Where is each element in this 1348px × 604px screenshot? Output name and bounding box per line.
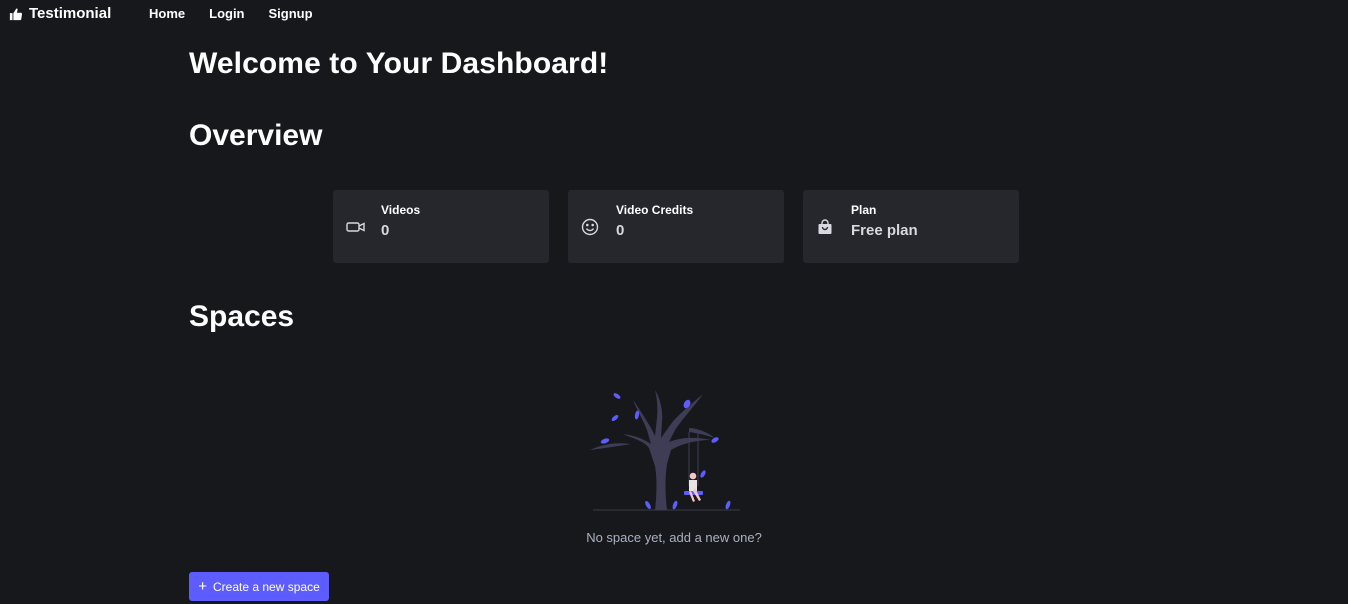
- stat-label: Plan: [851, 203, 877, 217]
- brand-name: Testimonial: [29, 5, 112, 22]
- plus-icon: +: [198, 577, 208, 595]
- empty-spaces-message: No space yet, add a new one?: [586, 530, 762, 545]
- stat-value: 0: [381, 222, 390, 239]
- create-space-button[interactable]: + Create a new space: [189, 572, 329, 601]
- page-title: Welcome to Your Dashboard!: [189, 47, 609, 80]
- video-camera-icon: [345, 218, 365, 236]
- nav-link-login[interactable]: Login: [209, 6, 244, 21]
- main-nav: Home Login Signup: [149, 6, 337, 21]
- nav-link-signup[interactable]: Signup: [269, 6, 313, 21]
- stat-card-videos: Videos 0: [333, 190, 549, 263]
- smiley-icon: [580, 218, 600, 236]
- stat-value: 0: [616, 222, 625, 239]
- shopping-bag-icon: [815, 218, 835, 236]
- stat-card-plan: Plan Free plan: [803, 190, 1019, 263]
- top-navbar: Testimonial Home Login Signup: [0, 0, 1348, 28]
- stat-label: Videos: [381, 203, 421, 217]
- stat-label: Video Credits: [616, 203, 694, 217]
- empty-state-illustration: [585, 388, 745, 514]
- create-space-label: Create a new space: [213, 579, 320, 594]
- overview-stats: Videos 0 Video Credits 0 Plan Free plan: [333, 190, 1019, 263]
- spaces-heading: Spaces: [189, 300, 295, 333]
- stat-value: Free plan: [851, 222, 918, 239]
- stat-card-video-credits: Video Credits 0: [568, 190, 784, 263]
- nav-link-home[interactable]: Home: [149, 6, 185, 21]
- overview-heading: Overview: [189, 119, 323, 152]
- thumbs-up-icon: [9, 7, 23, 21]
- brand-logo[interactable]: Testimonial: [9, 5, 111, 22]
